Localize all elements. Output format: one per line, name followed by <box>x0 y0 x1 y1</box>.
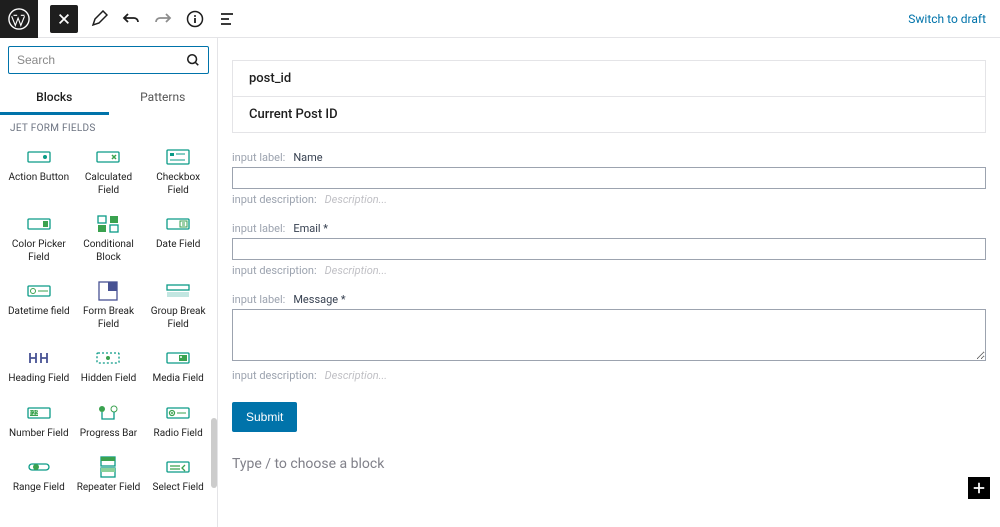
block-label: Radio Field <box>154 428 203 441</box>
scrollbar-thumb[interactable] <box>211 418 217 488</box>
block-label: Action Button <box>9 172 70 185</box>
input-desc-meta: input description: <box>232 369 317 382</box>
pencil-icon[interactable] <box>90 10 108 28</box>
input-label-value[interactable]: Name <box>293 151 322 164</box>
field-input[interactable] <box>232 309 986 361</box>
editor-canvas: post_id Current Post ID input label: Name… <box>218 38 1000 527</box>
top-toolbar: Switch to draft <box>0 0 1000 38</box>
hidden-field-block: post_id Current Post ID <box>232 60 986 133</box>
hidden-field-name[interactable]: post_id <box>232 60 986 97</box>
block-label: Color Picker Field <box>6 239 72 264</box>
block-item[interactable]: Select Field <box>143 450 213 501</box>
form-field-block[interactable]: input label: Email * input description: Des… <box>232 222 986 293</box>
block-label: Date Field <box>156 239 200 252</box>
block-label: Range Field <box>13 482 65 495</box>
block-label: Progress Bar <box>80 428 137 441</box>
input-desc-placeholder[interactable]: Description... <box>325 264 387 277</box>
block-item[interactable]: Radio Field <box>143 396 213 447</box>
block-icon <box>166 282 190 300</box>
block-label: Media Field <box>152 373 203 386</box>
block-item[interactable]: Range Field <box>4 450 74 501</box>
input-label-meta: input label: <box>232 293 285 306</box>
block-label: Group Break Field <box>145 306 211 331</box>
hidden-field-value-label[interactable]: Current Post ID <box>232 97 986 133</box>
block-icon <box>166 215 190 233</box>
block-icon <box>166 404 190 422</box>
block-item[interactable]: Heading Field <box>4 341 74 392</box>
search-input[interactable] <box>17 53 186 67</box>
inserter-tabs: Blocks Patterns <box>0 82 217 115</box>
block-appender[interactable]: Type / to choose a block <box>232 432 986 482</box>
input-label-meta: input label: <box>232 222 285 235</box>
block-category-title: JET FORM FIELDS <box>0 115 217 138</box>
tab-blocks[interactable]: Blocks <box>0 82 109 115</box>
block-icon <box>96 404 120 422</box>
add-block-button[interactable] <box>968 477 990 499</box>
block-label: Repeater Field <box>77 482 141 495</box>
block-item[interactable]: Checkbox Field <box>143 140 213 203</box>
field-input[interactable] <box>232 167 986 189</box>
block-item[interactable]: Media Field <box>143 341 213 392</box>
wp-logo-icon[interactable] <box>0 0 38 38</box>
block-item[interactable]: Hidden Field <box>74 341 144 392</box>
tab-patterns[interactable]: Patterns <box>109 82 218 115</box>
block-icon <box>27 215 51 233</box>
input-desc-meta: input description: <box>232 264 317 277</box>
outline-icon[interactable] <box>218 10 236 28</box>
info-icon[interactable] <box>186 10 204 28</box>
input-desc-placeholder[interactable]: Description... <box>325 369 387 382</box>
block-icon <box>27 148 51 166</box>
block-item[interactable]: Datetime field <box>4 274 74 337</box>
block-icon <box>27 282 51 300</box>
block-item[interactable]: Action Button <box>4 140 74 203</box>
block-icon <box>96 458 120 476</box>
form-field-block[interactable]: input label: Name input description: Descri… <box>232 151 986 222</box>
block-grid: Action Button Calculated FieldCheckbox Fi… <box>0 138 217 511</box>
input-label-value[interactable]: Message * <box>293 293 345 306</box>
switch-to-draft-link[interactable]: Switch to draft <box>908 12 1000 26</box>
block-icon: 123 <box>27 404 51 422</box>
search-icon <box>186 53 200 67</box>
block-icon <box>96 282 120 300</box>
block-icon <box>166 148 190 166</box>
submit-button[interactable]: Submit <box>232 402 297 432</box>
block-label: Heading Field <box>8 373 69 386</box>
block-icon <box>27 349 51 367</box>
block-item[interactable]: Calculated Field <box>74 140 144 203</box>
block-item[interactable]: Form Break Field <box>74 274 144 337</box>
block-item[interactable]: Conditional Block <box>74 207 144 270</box>
search-box[interactable] <box>8 46 209 74</box>
block-icon <box>96 148 120 166</box>
svg-text:123: 123 <box>29 410 39 417</box>
block-label: Hidden Field <box>81 373 136 386</box>
block-label: Conditional Block <box>76 239 142 264</box>
block-item[interactable]: Date Field <box>143 207 213 270</box>
block-label: Number Field <box>9 428 69 441</box>
input-desc-placeholder[interactable]: Description... <box>325 193 387 206</box>
field-input[interactable] <box>232 238 986 260</box>
input-desc-meta: input description: <box>232 193 317 206</box>
block-label: Calculated Field <box>76 172 142 197</box>
close-button[interactable] <box>50 5 78 33</box>
block-icon <box>96 215 120 233</box>
input-label-value[interactable]: Email * <box>293 222 328 235</box>
redo-icon <box>154 10 172 28</box>
block-label: Form Break Field <box>76 306 142 331</box>
block-item[interactable]: Repeater Field <box>74 450 144 501</box>
block-icon <box>96 349 120 367</box>
block-item[interactable]: Color Picker Field <box>4 207 74 270</box>
block-item[interactable]: 123 Number Field <box>4 396 74 447</box>
block-label: Checkbox Field <box>145 172 211 197</box>
block-item[interactable]: Progress Bar <box>74 396 144 447</box>
form-field-block[interactable]: input label: Message * input description: D… <box>232 293 986 398</box>
block-inserter-panel: Blocks Patterns JET FORM FIELDS Action B… <box>0 38 218 527</box>
block-icon <box>166 349 190 367</box>
undo-icon[interactable] <box>122 10 140 28</box>
block-icon <box>27 458 51 476</box>
input-label-meta: input label: <box>232 151 285 164</box>
block-item[interactable]: Group Break Field <box>143 274 213 337</box>
block-label: Datetime field <box>8 306 70 319</box>
block-label: Select Field <box>153 482 204 495</box>
block-icon <box>166 458 190 476</box>
